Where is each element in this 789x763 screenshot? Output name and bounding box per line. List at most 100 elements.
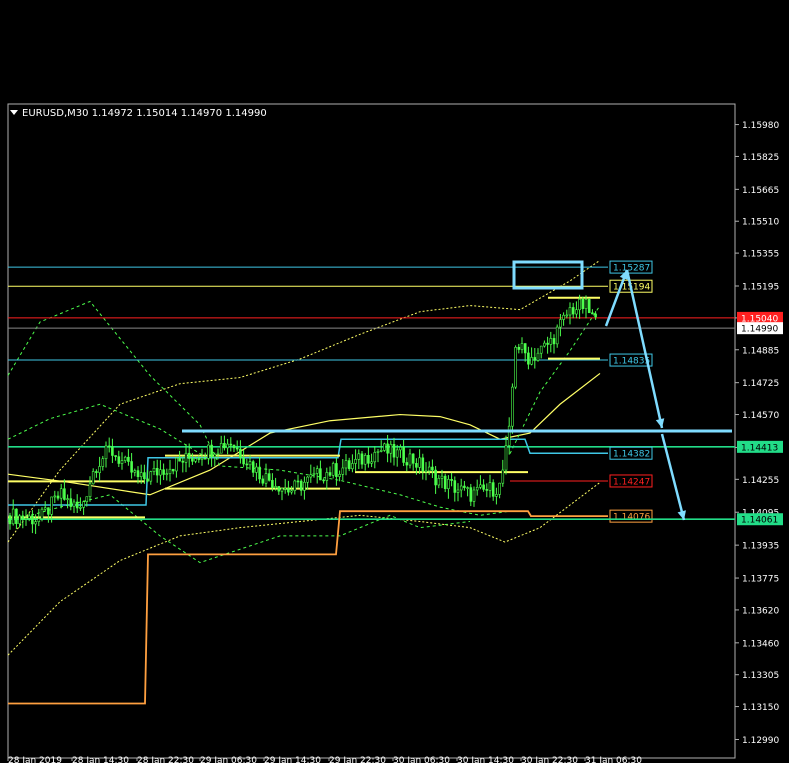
candle-body: [360, 453, 364, 465]
candle-body: [133, 470, 137, 473]
candle-body: [178, 457, 181, 462]
candle-body: [485, 489, 489, 491]
candle-body: [405, 462, 409, 466]
candle-body: [482, 484, 485, 490]
candle-body: [261, 478, 265, 484]
level-tag: 1.14382: [609, 446, 653, 460]
candle-body: [543, 342, 546, 347]
candle-body: [389, 444, 393, 454]
candle-body: [216, 452, 220, 455]
candle-body: [143, 472, 146, 480]
candle-body: [376, 451, 380, 453]
y-tick-label: 1.15510: [742, 218, 779, 228]
candle-body: [287, 487, 290, 493]
candle-body: [235, 447, 239, 450]
candle-body: [69, 498, 73, 507]
candle-body: [466, 487, 469, 489]
candle-body: [27, 515, 31, 519]
candle-body: [363, 455, 367, 465]
axis-level-tag: 1.14061: [737, 513, 783, 526]
axis-level-tag: 1.14413: [737, 440, 783, 453]
candle-body: [75, 501, 79, 509]
candle-body: [488, 482, 492, 491]
candle-body: [43, 507, 47, 510]
y-tick-label: 1.15825: [742, 153, 779, 163]
candle-body: [575, 309, 578, 315]
candle-body: [290, 490, 293, 493]
candle-body: [200, 457, 204, 460]
candle-body: [539, 345, 543, 354]
candle-body: [581, 298, 585, 310]
forecast-arrow-down-1: [625, 269, 664, 429]
candle-body: [501, 469, 505, 484]
candle-body: [568, 307, 572, 316]
candle-body: [130, 461, 133, 473]
candle-body: [370, 461, 373, 464]
candle-body: [523, 343, 527, 354]
candle-body: [191, 458, 194, 462]
y-tick-label: 1.13460: [742, 639, 779, 649]
candle-body: [536, 352, 540, 361]
candle-body: [111, 446, 114, 456]
candle-body: [495, 494, 498, 497]
candle-body: [152, 467, 156, 472]
candle-body: [453, 480, 457, 493]
candle-body: [242, 457, 245, 465]
candle-body: [555, 326, 559, 345]
candle-body: [328, 472, 332, 476]
candle-body: [411, 453, 415, 464]
candle-body: [578, 298, 581, 311]
candle-body: [315, 468, 319, 474]
y-tick-label: 1.13935: [742, 542, 779, 552]
y-tick-label: 1.15980: [742, 121, 779, 131]
candle-body: [469, 487, 473, 502]
candle-body: [312, 473, 316, 475]
candle-body: [187, 452, 191, 459]
candle-body: [255, 466, 258, 473]
candle-body: [386, 443, 389, 454]
candle-body: [203, 457, 207, 460]
candle-body: [194, 458, 197, 462]
candle-body: [136, 470, 140, 478]
candle-body: [594, 313, 597, 318]
candle-body: [219, 442, 223, 454]
candle-body: [335, 463, 338, 477]
support-step-line: [8, 510, 608, 705]
candle-body: [21, 515, 25, 520]
candle-body: [447, 479, 450, 490]
candle-body: [498, 482, 501, 495]
candle-body: [162, 469, 165, 475]
level-tag-text: 1.14382: [613, 450, 650, 460]
candle-body: [296, 480, 300, 483]
candle-body: [431, 466, 434, 471]
y-tick-label: 1.14885: [742, 346, 779, 356]
candle-body: [450, 479, 453, 481]
candle-body: [475, 486, 479, 491]
candle-body: [184, 452, 188, 463]
candle-body: [271, 480, 274, 489]
candle-body: [392, 444, 396, 458]
y-tick-label: 1.15195: [742, 283, 779, 293]
candle-body: [82, 501, 85, 508]
candle-body: [530, 357, 533, 365]
x-tick-label: 28 Jan 2019: [8, 756, 62, 763]
candle-body: [50, 496, 53, 515]
x-tick-label: 28 Jan 14:30: [72, 756, 129, 763]
candle-body: [309, 474, 313, 478]
x-tick-label: 30 Jan 14:30: [457, 756, 514, 763]
dropdown-triangle-icon[interactable]: [10, 110, 18, 115]
candle-body: [383, 443, 386, 451]
candle-body: [552, 338, 556, 345]
forecast-arrow-down-1-head: [655, 418, 665, 428]
candle-body: [175, 457, 178, 472]
chart-header: EURUSD,M30 1.14972 1.15014 1.14970 1.149…: [10, 108, 267, 119]
candle-body: [123, 456, 127, 461]
level-tag: 1.15287: [609, 260, 653, 274]
candle-body: [306, 476, 309, 483]
candle-body: [15, 508, 18, 524]
candle-body: [149, 471, 153, 482]
candle-body: [591, 312, 594, 315]
candle-body: [98, 466, 101, 473]
candle-body: [303, 481, 306, 491]
candle-body: [357, 453, 361, 460]
